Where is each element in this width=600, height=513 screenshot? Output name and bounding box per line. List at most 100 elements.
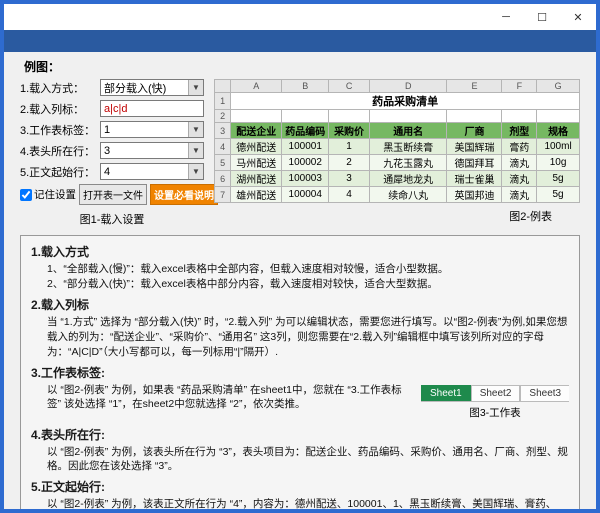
data-cell: 瑞士雀巢 [447,171,502,187]
row-number: 7 [215,187,231,203]
col-letter: D [369,80,446,93]
close-button[interactable]: ✕ [560,4,596,30]
chevron-down-icon: ▼ [188,143,203,158]
sheet-tabs-figure: Sheet1 Sheet2 Sheet3 图3-工作表 [421,385,569,420]
header-cell: 规格 [537,123,580,139]
minimize-icon: ─ [502,11,510,23]
figure3-caption: 图3-工作表 [421,405,569,420]
section-body: 以 “图2-例表” 为例，该表正文所在行为 “4”，内容为：德州配送、10000… [31,497,569,513]
chevron-down-icon: ▼ [188,122,203,137]
sheet3-tab: Sheet3 [520,385,569,401]
chevron-down-icon: ▼ [188,164,203,179]
section-heading: 3.工作表标签: [31,364,569,381]
load-mode-value: 部分载入(快) [104,80,166,96]
section-heading: 2.载入列标 [31,296,569,313]
body-start-row-label: 5.正文起始行： [20,164,100,180]
top-row: 1.载入方式： 部分载入(快) ▼ 2.载入列标： 3.工作表标签： 1 [20,79,580,227]
col-letter: G [537,80,580,93]
data-cell: 100ml [537,139,580,155]
data-cell: 100001 [282,139,329,155]
content: 例图： 1.载入方式： 部分载入(快) ▼ 2.载入列标： [4,52,596,513]
col-letter: F [502,80,537,93]
column-header-row: A B C D E F G [215,80,580,93]
maximize-button[interactable]: ☐ [524,4,560,30]
header-row-label: 4.表头所在行： [20,143,100,159]
settings-actions: 记住设置 打开表一文件 设置必看说明 [20,184,204,205]
col-letter: A [231,80,282,93]
load-columns-field: 2.载入列标： [20,100,204,117]
col-letter: C [329,80,370,93]
section-load-columns: 2.载入列标 当 “1.方式” 选择为 “部分载入(快)” 时，“2.载入列” … [31,296,569,360]
load-settings-panel: 1.载入方式： 部分载入(快) ▼ 2.载入列标： 3.工作表标签： 1 [20,79,204,227]
data-cell: 九花玉露丸 [369,155,446,171]
data-cell: 2 [329,155,370,171]
sheet-tabs: Sheet1 Sheet2 Sheet3 [421,385,569,402]
sheet-data-row: 6 湖州配送 100003 3 通犀地龙丸 瑞士雀巢 滴丸 5g [215,171,580,187]
corner-cell [215,80,231,93]
row-number: 6 [215,171,231,187]
sheet-tab-field: 3.工作表标签： 1 ▼ [20,121,204,138]
open-file-button[interactable]: 打开表一文件 [79,184,147,205]
load-columns-input-wrap [100,100,204,117]
example-spreadsheet: A B C D E F G 1 药品采购清单 2 [214,79,580,203]
remember-settings-checkbox[interactable] [20,189,32,201]
header-band [4,30,596,52]
data-cell: 续命八丸 [369,187,446,203]
section-heading: 1.载入方式 [31,243,569,260]
data-cell: 湖州配送 [231,171,282,187]
blank-cell [282,110,329,123]
data-cell: 雄州配送 [231,187,282,203]
figure1-caption: 图1-载入设置 [20,211,204,227]
body-start-row-select[interactable]: 4 ▼ [100,163,204,180]
section-header-row: 4.表头所在行: 以 “图2-例表” 为例，该表头所在行为 “3”，表头项目为：… [31,426,569,475]
data-cell: 3 [329,171,370,187]
data-cell: 马州配送 [231,155,282,171]
data-cell: 德州配送 [231,139,282,155]
data-cell: 100003 [282,171,329,187]
col-letter: E [447,80,502,93]
row-number: 4 [215,139,231,155]
header-cell: 剂型 [502,123,537,139]
body-start-row-field: 5.正文起始行： 4 ▼ [20,163,204,180]
section-heading: 4.表头所在行: [31,426,569,443]
header-cell: 厂商 [447,123,502,139]
data-cell: 10g [537,155,580,171]
sheet-data-row: 5 马州配送 100002 2 九花玉露丸 德国拜耳 滴丸 10g [215,155,580,171]
data-cell: 1 [329,139,370,155]
must-read-settings-button[interactable]: 设置必看说明 [150,184,218,205]
section-body-line: 1、“全部载入(慢)”：载入excel表格中全部内容，但载入速度相对较慢，适合小… [31,262,569,277]
data-cell: 5g [537,187,580,203]
load-columns-input[interactable] [104,103,203,115]
data-cell: 膏药 [502,139,537,155]
data-cell: 美国辉瑞 [447,139,502,155]
data-cell: 黑玉断续膏 [369,139,446,155]
sheet-tab-select[interactable]: 1 ▼ [100,121,204,138]
row-number: 2 [215,110,231,123]
header-row-field: 4.表头所在行： 3 ▼ [20,142,204,159]
col-letter: B [282,80,329,93]
remember-settings-checkbox-group: 记住设置 [20,187,76,202]
section-body: 当 “1.方式” 选择为 “部分载入(快)” 时，“2.载入列” 为可以编辑状态… [31,315,569,360]
header-row-select[interactable]: 3 ▼ [100,142,204,159]
data-cell: 滴丸 [502,155,537,171]
data-cell: 德国拜耳 [447,155,502,171]
data-cell: 4 [329,187,370,203]
header-row-value: 3 [104,145,110,157]
sheet-title-cell: 药品采购清单 [231,93,580,110]
section-body-line: 2、“部分载入(快)”：载入excel表格中部分内容，载入速度相对较快，适合大型… [31,277,569,292]
data-cell: 英国邦迪 [447,187,502,203]
load-mode-select[interactable]: 部分载入(快) ▼ [100,79,204,96]
row-number: 3 [215,123,231,139]
sheet-title-row: 1 药品采购清单 [215,93,580,110]
figure2-caption: 图2-例表 [214,208,580,224]
sheet-tab-label: 3.工作表标签： [20,122,100,138]
header-cell: 通用名 [369,123,446,139]
data-cell: 100002 [282,155,329,171]
body-start-row-value: 4 [104,166,110,178]
load-mode-label: 1.载入方式： [20,80,100,96]
example-figures-label: 例图： [24,58,580,75]
blank-cell [369,110,446,123]
data-cell: 滴丸 [502,187,537,203]
header-cell: 配送企业 [231,123,282,139]
minimize-button[interactable]: ─ [488,4,524,30]
